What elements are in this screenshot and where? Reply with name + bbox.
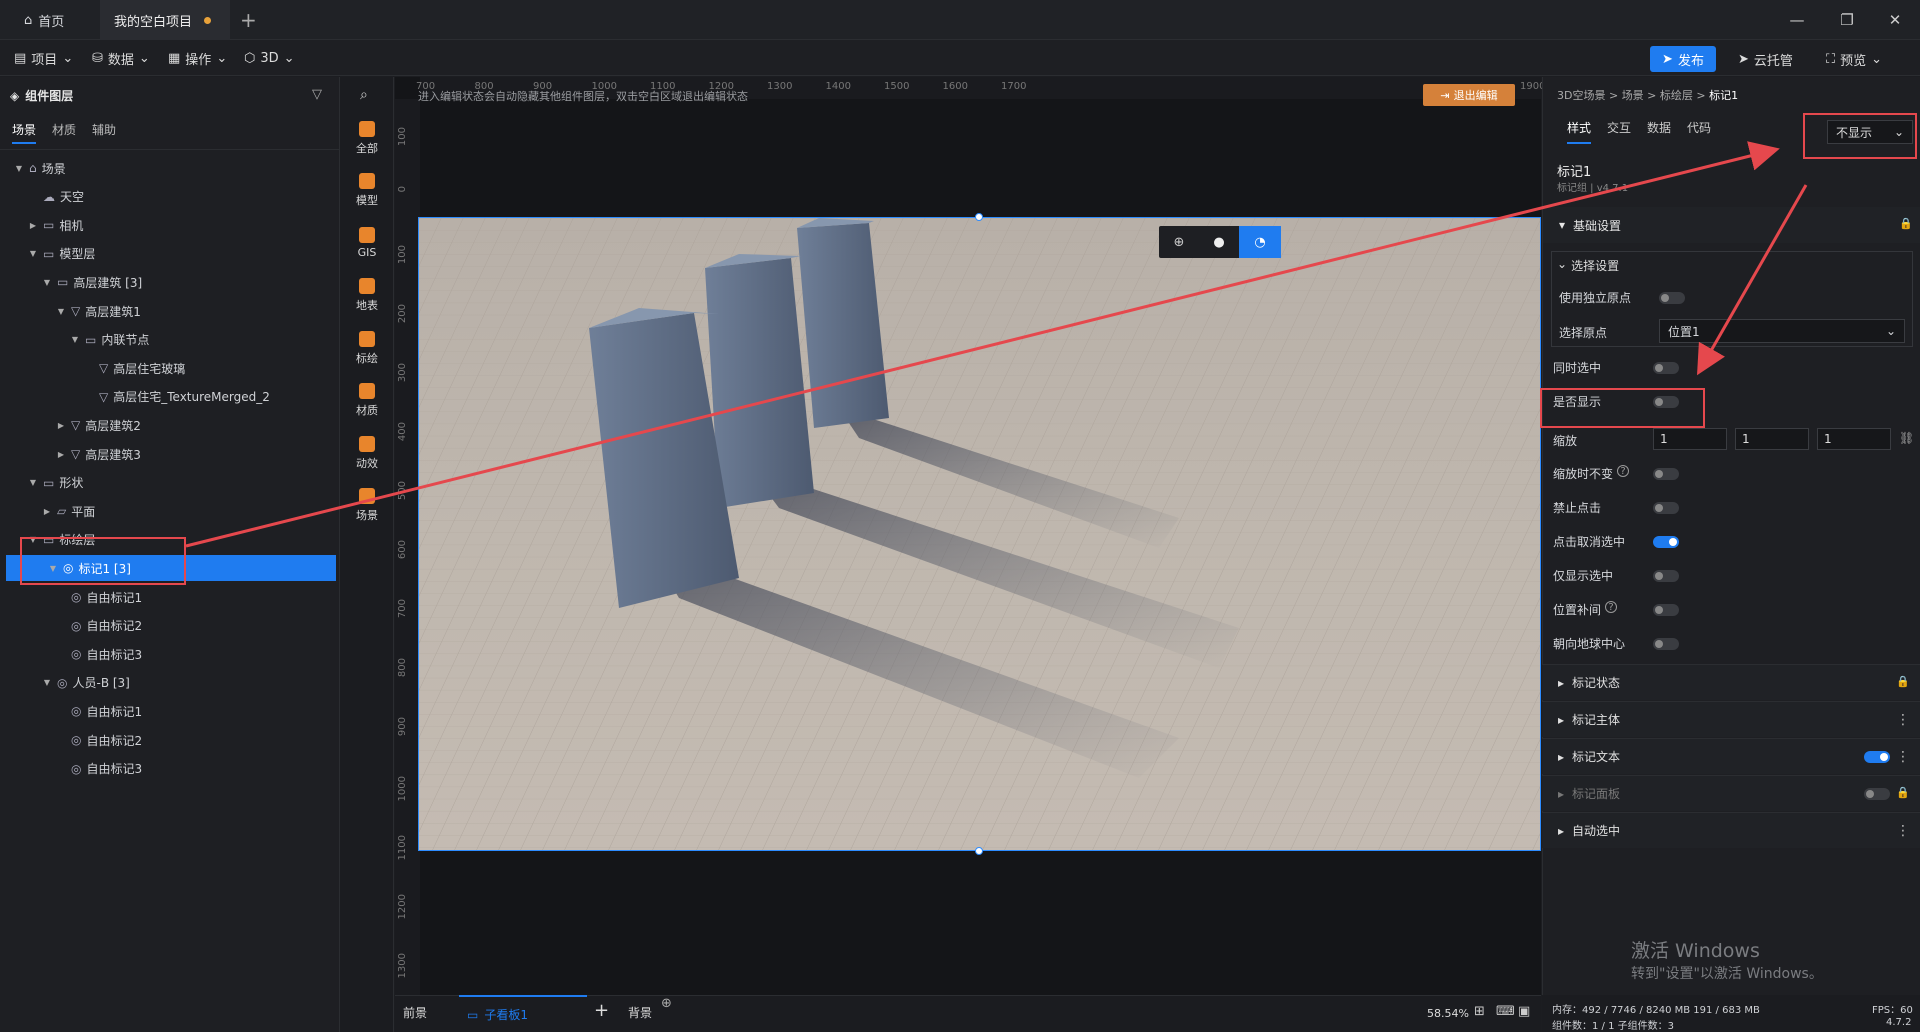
annotation-arrows — [185, 141, 1808, 548]
arrow-line — [185, 141, 1780, 548]
arrow-line — [1697, 184, 1808, 376]
